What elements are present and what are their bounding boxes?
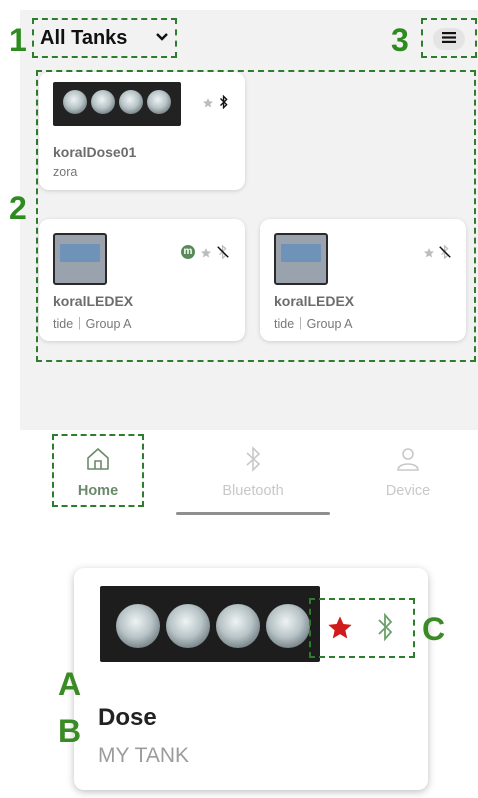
device-name: Dose <box>98 704 157 731</box>
device-subtitle: zora <box>53 165 78 179</box>
device-name: koralLEDEX <box>53 293 134 309</box>
bluetooth-icon <box>376 612 394 647</box>
hamburger-menu-icon <box>442 30 456 48</box>
home-indicator-bar[interactable] <box>176 512 330 515</box>
nav-device[interactable]: Device <box>363 446 453 499</box>
led-device-image <box>53 233 107 285</box>
dose-pump-image <box>100 586 320 662</box>
device-card-dose[interactable]: koralDose01 zora <box>39 72 245 190</box>
annotation-letter-b: B <box>58 713 82 749</box>
led-device-image <box>274 233 328 285</box>
bluetooth-icon <box>219 94 229 114</box>
home-icon <box>85 448 111 476</box>
nav-home-label: Home <box>77 483 119 499</box>
m-badge-icon: m <box>181 245 195 259</box>
star-icon[interactable] <box>326 614 354 647</box>
bluetooth-off-icon <box>216 244 230 264</box>
device-subtitle: MY TANK <box>98 744 190 767</box>
device-card-led-1[interactable]: m koralLEDEX tide｜Group A <box>39 219 245 341</box>
tank-selector-label: All Tanks <box>40 26 128 49</box>
device-subtitle: tide｜Group A <box>274 317 353 331</box>
device-name: koralDose01 <box>53 144 137 160</box>
annotation-number-3: 3 <box>391 22 409 58</box>
star-icon[interactable] <box>202 96 214 114</box>
bluetooth-off-icon <box>438 244 452 264</box>
star-icon[interactable] <box>200 246 212 264</box>
tank-selector[interactable]: All Tanks <box>32 18 177 58</box>
menu-button[interactable] <box>433 28 465 50</box>
annotation-number-1: 1 <box>9 22 27 58</box>
nav-device-label: Device <box>385 483 431 499</box>
annotation-box-c <box>309 598 415 658</box>
dose-pump-image <box>53 82 181 126</box>
star-icon[interactable] <box>423 246 435 264</box>
device-card-led-2[interactable]: koralLEDEX tide｜Group A <box>260 219 466 341</box>
user-icon <box>395 448 421 476</box>
nav-bluetooth-label: Bluetooth <box>222 483 284 499</box>
annotation-letter-c: C <box>422 611 446 647</box>
nav-bluetooth[interactable]: Bluetooth <box>208 446 298 499</box>
annotation-number-2: 2 <box>9 190 27 226</box>
device-subtitle: tide｜Group A <box>53 317 132 331</box>
nav-home[interactable]: Home <box>53 446 143 499</box>
device-name: koralLEDEX <box>274 293 355 309</box>
chevron-down-icon <box>155 29 169 47</box>
bluetooth-icon <box>242 446 264 476</box>
annotation-letter-a: A <box>58 666 82 702</box>
